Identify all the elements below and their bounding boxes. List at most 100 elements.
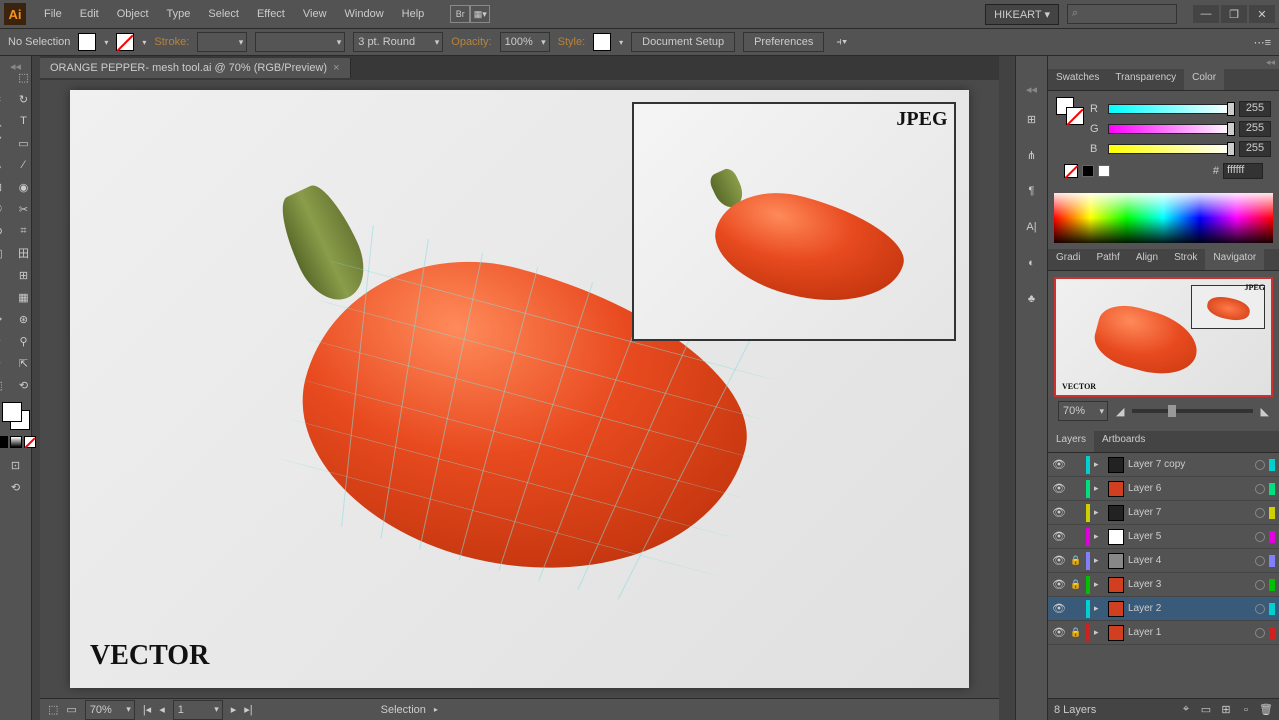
- collapse-panels-icon[interactable]: ◂◂: [1048, 56, 1279, 69]
- tool-25[interactable]: ⚲: [11, 330, 37, 352]
- white-swatch[interactable]: [1098, 165, 1110, 177]
- tool-17[interactable]: 田: [11, 242, 37, 264]
- none-color-icon[interactable]: [1064, 164, 1078, 178]
- tool-14[interactable]: ⟲: [0, 220, 11, 242]
- blue-slider[interactable]: [1108, 144, 1233, 154]
- green-value[interactable]: 255: [1239, 121, 1271, 137]
- menu-type[interactable]: Type: [159, 4, 199, 24]
- tab-gradi[interactable]: Gradi: [1048, 249, 1088, 270]
- layer-row[interactable]: 👁🔒▸Layer 1: [1048, 621, 1279, 645]
- tool-8[interactable]: ✎: [0, 154, 11, 176]
- layer-row[interactable]: 👁▸Layer 7 copy: [1048, 453, 1279, 477]
- tool-4[interactable]: ◺: [0, 110, 11, 132]
- tab-navigator[interactable]: Navigator: [1205, 249, 1264, 270]
- layer-name[interactable]: Layer 3: [1128, 579, 1251, 590]
- strip-icon-1[interactable]: ⋔: [1021, 144, 1043, 166]
- layer-row[interactable]: 👁🔒▸Layer 3: [1048, 573, 1279, 597]
- nav-zoom-slider[interactable]: [1132, 409, 1252, 413]
- artboard-nav-icon[interactable]: ▭: [66, 703, 76, 716]
- tool-22[interactable]: ✥: [0, 308, 11, 330]
- expand-icon[interactable]: ▸: [1094, 531, 1104, 542]
- expand-icon[interactable]: ▸: [1094, 603, 1104, 614]
- visibility-icon[interactable]: 👁: [1052, 626, 1066, 639]
- maximize-button[interactable]: ❐: [1221, 5, 1247, 23]
- blue-value[interactable]: 255: [1239, 141, 1271, 157]
- bridge-icon[interactable]: Br: [450, 5, 470, 23]
- target-icon[interactable]: [1255, 508, 1265, 518]
- vertical-scrollbar[interactable]: [999, 56, 1015, 720]
- expand-icon[interactable]: ▸: [1094, 627, 1104, 638]
- next-artboard-icon[interactable]: ▸: [231, 703, 237, 716]
- tool-9[interactable]: ⁄: [11, 154, 37, 176]
- tab-color[interactable]: Color: [1184, 69, 1224, 90]
- screen-mode-icon[interactable]: ⊡: [3, 454, 29, 476]
- target-icon[interactable]: [1255, 460, 1265, 470]
- tool-18[interactable]: ⫶: [0, 264, 11, 286]
- visibility-icon[interactable]: 👁: [1052, 578, 1066, 591]
- target-icon[interactable]: [1255, 532, 1265, 542]
- document-tab[interactable]: ORANGE PEPPER- mesh tool.ai @ 70% (RGB/P…: [40, 58, 351, 78]
- search-input[interactable]: [1067, 4, 1177, 24]
- hex-input[interactable]: ffffff: [1223, 163, 1263, 179]
- var-width-dropdown[interactable]: [255, 32, 345, 52]
- clip-mask-icon[interactable]: ▭: [1199, 703, 1213, 717]
- layer-name[interactable]: Layer 4: [1128, 555, 1251, 566]
- arrange-icon[interactable]: ▦▾: [470, 5, 490, 23]
- tool-23[interactable]: ⊛: [11, 308, 37, 330]
- tool-3[interactable]: ↻: [11, 88, 37, 110]
- visibility-icon[interactable]: 👁: [1052, 554, 1066, 567]
- strip-icon-5[interactable]: ♣: [1021, 288, 1043, 310]
- visibility-icon[interactable]: 👁: [1052, 482, 1066, 495]
- expand-icon[interactable]: ▸: [1094, 483, 1104, 494]
- preferences-button[interactable]: Preferences: [743, 32, 824, 52]
- stroke-weight-dropdown[interactable]: [197, 32, 247, 52]
- close-button[interactable]: ✕: [1249, 5, 1275, 23]
- delete-layer-icon[interactable]: 🗑: [1259, 703, 1273, 717]
- nav-zoom-dropdown[interactable]: 70%: [1058, 401, 1108, 421]
- expand-icon[interactable]: ▸: [1094, 459, 1104, 470]
- color-spectrum[interactable]: [1054, 193, 1273, 243]
- opacity-dropdown[interactable]: 100%: [500, 32, 550, 52]
- layer-name[interactable]: Layer 5: [1128, 531, 1251, 542]
- tool-29[interactable]: ⟲: [11, 374, 37, 396]
- tab-layers[interactable]: Layers: [1048, 431, 1094, 452]
- strip-icon-4[interactable]: ◐: [1021, 252, 1043, 274]
- tool-19[interactable]: ⊞: [11, 264, 37, 286]
- zoom-in-icon[interactable]: ◣: [1261, 405, 1269, 418]
- menu-select[interactable]: Select: [200, 4, 247, 24]
- artboard-number[interactable]: 1: [173, 700, 223, 720]
- new-layer-icon[interactable]: ▫: [1239, 703, 1253, 717]
- tool-13[interactable]: ✂: [11, 198, 37, 220]
- target-icon[interactable]: [1255, 484, 1265, 494]
- color-mode-icons[interactable]: [0, 436, 36, 448]
- fill-swatch[interactable]: [78, 33, 96, 51]
- strip-icon-3[interactable]: A|: [1021, 216, 1043, 238]
- tool-27[interactable]: ⇱: [11, 352, 37, 374]
- panel-fill-stroke[interactable]: [1056, 97, 1084, 125]
- tool-28[interactable]: ⬚: [0, 374, 11, 396]
- zoom-out-icon[interactable]: ◢: [1116, 405, 1124, 418]
- target-icon[interactable]: [1255, 556, 1265, 566]
- hand-icon[interactable]: ⬚: [48, 703, 58, 716]
- tab-artboards[interactable]: Artboards: [1094, 431, 1153, 452]
- visibility-icon[interactable]: 👁: [1052, 602, 1066, 615]
- tool-0[interactable]: ▴: [0, 66, 11, 88]
- minimize-button[interactable]: —: [1193, 5, 1219, 23]
- tool-20[interactable]: ⋮: [0, 286, 11, 308]
- lock-icon[interactable]: 🔒: [1070, 579, 1082, 590]
- green-slider[interactable]: [1108, 124, 1233, 134]
- target-icon[interactable]: [1255, 604, 1265, 614]
- workspace-switcher[interactable]: HIKEART ▾: [985, 4, 1059, 25]
- menu-file[interactable]: File: [36, 4, 70, 24]
- lock-icon[interactable]: 🔒: [1070, 555, 1082, 566]
- expand-icon[interactable]: ▸: [1094, 555, 1104, 566]
- tool-12[interactable]: ⎋: [0, 198, 11, 220]
- layer-row[interactable]: 👁▸Layer 5: [1048, 525, 1279, 549]
- last-artboard-icon[interactable]: ▸|: [244, 703, 252, 716]
- tool-26[interactable]: ◌: [0, 352, 11, 374]
- layer-name[interactable]: Layer 7: [1128, 507, 1251, 518]
- tab-swatches[interactable]: Swatches: [1048, 69, 1107, 90]
- zoom-dropdown[interactable]: 70%: [85, 700, 135, 720]
- canvas[interactable]: JPEG VECTOR: [40, 80, 999, 698]
- tab-pathf[interactable]: Pathf: [1088, 249, 1127, 270]
